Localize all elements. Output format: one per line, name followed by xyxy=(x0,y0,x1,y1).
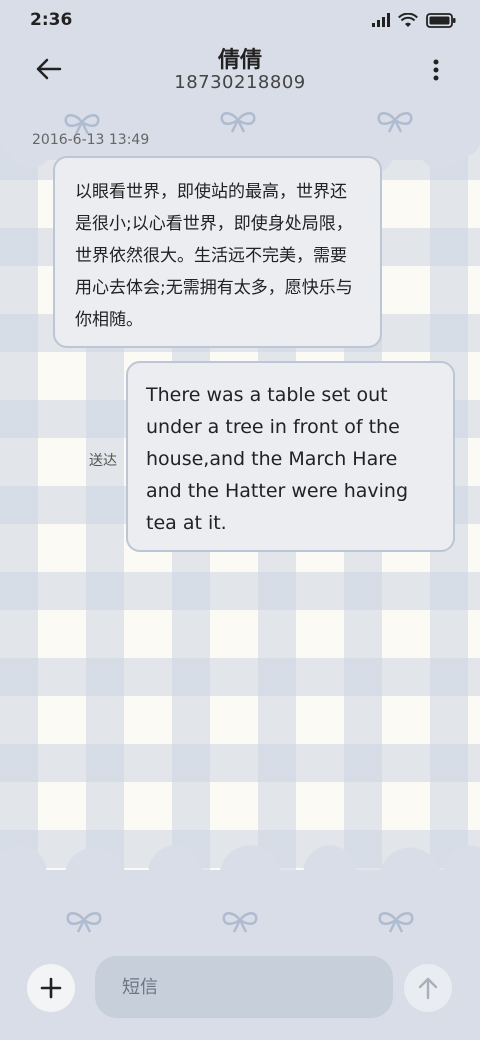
outgoing-message-bubble[interactable]: There was a table set out under a tree i… xyxy=(126,361,455,552)
contact-name: 倩倩 xyxy=(217,48,262,73)
battery-icon xyxy=(426,12,456,28)
bow-decoration-icon xyxy=(377,112,413,133)
message-input[interactable] xyxy=(95,956,393,1018)
delivery-status: 送达 xyxy=(89,453,117,469)
incoming-message-bubble[interactable]: 以眼看世界，即使站的最高，世界还是很小;以心看世界，即使身处局限，世界依然很大。… xyxy=(53,156,382,348)
plus-icon xyxy=(40,977,62,999)
wifi-icon xyxy=(398,12,418,27)
conversation-header: 倩倩 18730218809 xyxy=(0,40,480,100)
bow-decoration-icon xyxy=(222,912,258,933)
bow-decoration-icon xyxy=(220,112,256,133)
more-vertical-icon[interactable] xyxy=(432,58,440,82)
send-arrow-up-icon xyxy=(418,977,438,1000)
bow-decoration-icon xyxy=(66,912,102,933)
outgoing-message-text: There was a table set out under a tree i… xyxy=(146,384,409,534)
contact-number: 18730218809 xyxy=(174,72,306,93)
status-bar: 2:36 xyxy=(0,0,480,40)
message-timestamp: 2016-6-13 13:49 xyxy=(32,132,150,148)
send-button[interactable] xyxy=(404,964,452,1012)
status-icons xyxy=(372,12,456,28)
add-attachment-button[interactable] xyxy=(27,964,75,1012)
signal-icon xyxy=(372,13,390,27)
bow-decoration-icon xyxy=(378,912,414,933)
incoming-message-text: 以眼看世界，即使站的最高，世界还是很小;以心看世界，即使身处局限，世界依然很大。… xyxy=(75,182,353,330)
status-time: 2:36 xyxy=(30,10,73,30)
